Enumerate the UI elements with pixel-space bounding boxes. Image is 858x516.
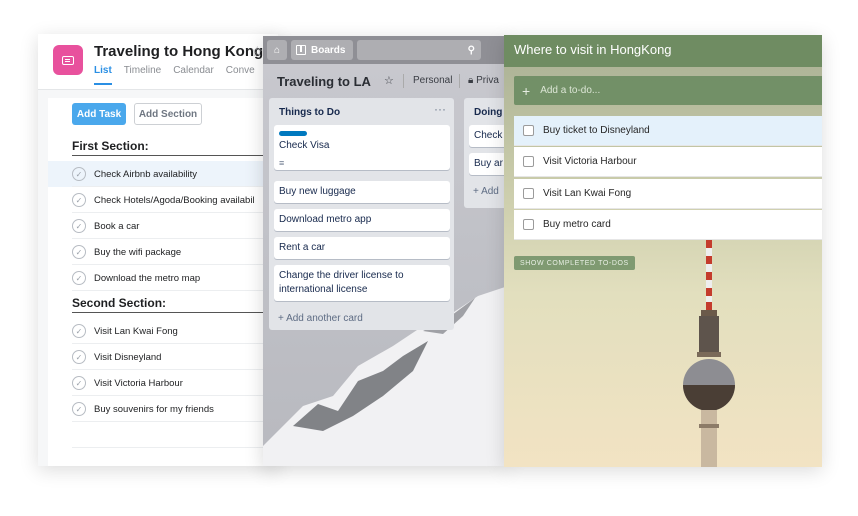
plus-icon: + bbox=[522, 82, 531, 99]
tab-list[interactable]: List bbox=[94, 65, 112, 85]
card[interactable]: Buy new luggage bbox=[274, 181, 450, 203]
check-circle-icon[interactable]: ✓ bbox=[72, 271, 86, 285]
privacy-button[interactable]: 🔒︎ Priva bbox=[468, 75, 499, 86]
home-icon: ⌂ bbox=[273, 44, 281, 56]
more-icon[interactable]: ··· bbox=[434, 102, 446, 116]
card-title-line: international license bbox=[279, 284, 368, 295]
star-icon[interactable]: ☆ bbox=[384, 74, 394, 87]
empty-task-row[interactable] bbox=[48, 422, 278, 448]
todo-label: Visit Victoria Harbour bbox=[543, 156, 637, 167]
checkbox[interactable] bbox=[523, 156, 534, 167]
task-name: Visit Disneyland bbox=[94, 351, 162, 363]
todo-label: Buy ticket to Disneyland bbox=[543, 125, 650, 136]
trello-topbar: ⌂ Boards ⚲ bbox=[263, 36, 508, 64]
checkbox[interactable] bbox=[523, 219, 534, 230]
todo-item[interactable]: Buy metro card bbox=[514, 210, 822, 240]
home-button[interactable]: ⌂ bbox=[267, 40, 287, 60]
add-card-button[interactable]: + Add bbox=[473, 186, 499, 197]
add-card-button[interactable]: + Add another card bbox=[278, 313, 363, 324]
card[interactable]: Change the driver license to internation… bbox=[274, 265, 450, 301]
task-name: Buy the wifi package bbox=[94, 246, 182, 258]
list-title[interactable]: Doing bbox=[474, 107, 502, 118]
add-task-button[interactable]: Add Task bbox=[72, 103, 126, 125]
task-name: Visit Victoria Harbour bbox=[94, 377, 183, 389]
tab-timeline[interactable]: Timeline bbox=[124, 65, 161, 76]
task-row[interactable]: ✓ Buy souvenirs for my friends bbox=[48, 396, 278, 422]
divider bbox=[403, 74, 404, 88]
wunderlist-window: Where to visit in HongKong + Add a to-do… bbox=[504, 35, 822, 467]
boards-label: Boards bbox=[311, 44, 346, 56]
task-row[interactable]: ✓ Buy the wifi package bbox=[48, 239, 278, 265]
task-name: Check Hotels/Agoda/Booking availabil bbox=[94, 194, 255, 206]
show-completed-button[interactable]: SHOW COMPLETED TO-DOS bbox=[514, 256, 635, 270]
task-name: Check Airbnb availability bbox=[94, 168, 197, 180]
todo-label: Visit Lan Kwai Fong bbox=[543, 188, 632, 199]
check-circle-icon[interactable]: ✓ bbox=[72, 245, 86, 259]
task-row[interactable]: ✓ Book a car bbox=[48, 213, 278, 239]
check-circle-icon[interactable]: ✓ bbox=[72, 324, 86, 338]
tab-conversations[interactable]: Conve bbox=[226, 65, 255, 76]
list-doing: Doing Check Buy ar + Add bbox=[464, 98, 508, 208]
todo-item[interactable]: Visit Victoria Harbour bbox=[514, 147, 822, 177]
add-section-button[interactable]: Add Section bbox=[134, 103, 202, 125]
task-row[interactable]: ✓ Visit Lan Kwai Fong bbox=[48, 318, 278, 344]
boards-button[interactable]: Boards bbox=[291, 40, 353, 60]
asana-header: Traveling to Hong Kong ☆ List Timeline C… bbox=[38, 34, 278, 90]
project-tabs: List Timeline Calendar Conve bbox=[94, 65, 255, 85]
tv-tower-background bbox=[683, 240, 735, 467]
task-name: Visit Lan Kwai Fong bbox=[94, 325, 178, 337]
check-circle-icon[interactable]: ✓ bbox=[72, 167, 86, 181]
task-name: Book a car bbox=[94, 220, 140, 232]
task-name: Buy souvenirs for my friends bbox=[94, 403, 214, 415]
star-icon[interactable]: ☆ bbox=[251, 43, 264, 60]
checkbox[interactable] bbox=[523, 188, 534, 199]
todo-item[interactable]: Visit Lan Kwai Fong bbox=[514, 179, 822, 209]
description-icon: ≡ bbox=[279, 158, 285, 168]
task-row[interactable]: ✓ Visit Disneyland bbox=[48, 344, 278, 370]
trello-window: ⌂ Boards ⚲ Traveling to LA ☆ Personal 🔒︎… bbox=[263, 36, 508, 466]
check-circle-icon[interactable]: ✓ bbox=[72, 402, 86, 416]
task-row[interactable]: ✓ Download the metro map bbox=[48, 265, 278, 291]
todo-item[interactable]: Buy ticket to Disneyland bbox=[514, 116, 822, 146]
lock-icon: 🔒︎ bbox=[468, 75, 477, 86]
task-row[interactable]: ✓ Check Airbnb availability bbox=[48, 161, 278, 187]
task-row[interactable]: ✓ Check Hotels/Agoda/Booking availabil bbox=[48, 187, 278, 213]
card[interactable]: Download metro app bbox=[274, 209, 450, 231]
list-title[interactable]: Things to Do bbox=[279, 107, 340, 118]
team-visibility-button[interactable]: Personal bbox=[413, 75, 452, 86]
card[interactable]: Rent a car bbox=[274, 237, 450, 259]
card-title-line: Change the driver license to bbox=[279, 270, 404, 281]
card[interactable]: Buy ar bbox=[469, 153, 508, 175]
task-list: Add Task Add Section First Section: ✓ Che… bbox=[48, 98, 278, 466]
todo-label: Buy metro card bbox=[543, 219, 611, 230]
tab-calendar[interactable]: Calendar bbox=[173, 65, 214, 76]
list-things-to-do: Things to Do ··· Check Visa ≡ Buy new lu… bbox=[269, 98, 454, 330]
check-circle-icon[interactable]: ✓ bbox=[72, 376, 86, 390]
check-circle-icon[interactable]: ✓ bbox=[72, 219, 86, 233]
project-icon bbox=[53, 45, 83, 75]
search-input[interactable]: ⚲ bbox=[357, 40, 481, 60]
checkbox[interactable] bbox=[523, 125, 534, 136]
card[interactable]: Check bbox=[469, 125, 508, 147]
add-todo-input[interactable]: + Add a to-do... bbox=[514, 76, 822, 105]
section-header[interactable]: Second Section: bbox=[72, 296, 272, 313]
search-icon: ⚲ bbox=[467, 44, 475, 56]
card-title: Check Visa bbox=[279, 140, 330, 151]
privacy-label: Priva bbox=[476, 75, 499, 86]
task-row[interactable]: ✓ Visit Victoria Harbour bbox=[48, 370, 278, 396]
task-name: Download the metro map bbox=[94, 272, 201, 284]
board-title[interactable]: Traveling to LA bbox=[277, 74, 371, 89]
check-circle-icon[interactable]: ✓ bbox=[72, 193, 86, 207]
boards-icon bbox=[296, 45, 306, 55]
check-circle-icon[interactable]: ✓ bbox=[72, 350, 86, 364]
asana-window: Traveling to Hong Kong ☆ List Timeline C… bbox=[38, 34, 278, 466]
list-title: Where to visit in HongKong bbox=[504, 35, 822, 67]
card-label[interactable] bbox=[279, 131, 307, 136]
section-header[interactable]: First Section: bbox=[72, 139, 272, 156]
divider bbox=[459, 74, 460, 88]
card[interactable]: Check Visa ≡ bbox=[274, 125, 450, 170]
project-title: Traveling to Hong Kong bbox=[94, 43, 264, 60]
add-todo-placeholder: Add a to-do... bbox=[540, 85, 601, 96]
